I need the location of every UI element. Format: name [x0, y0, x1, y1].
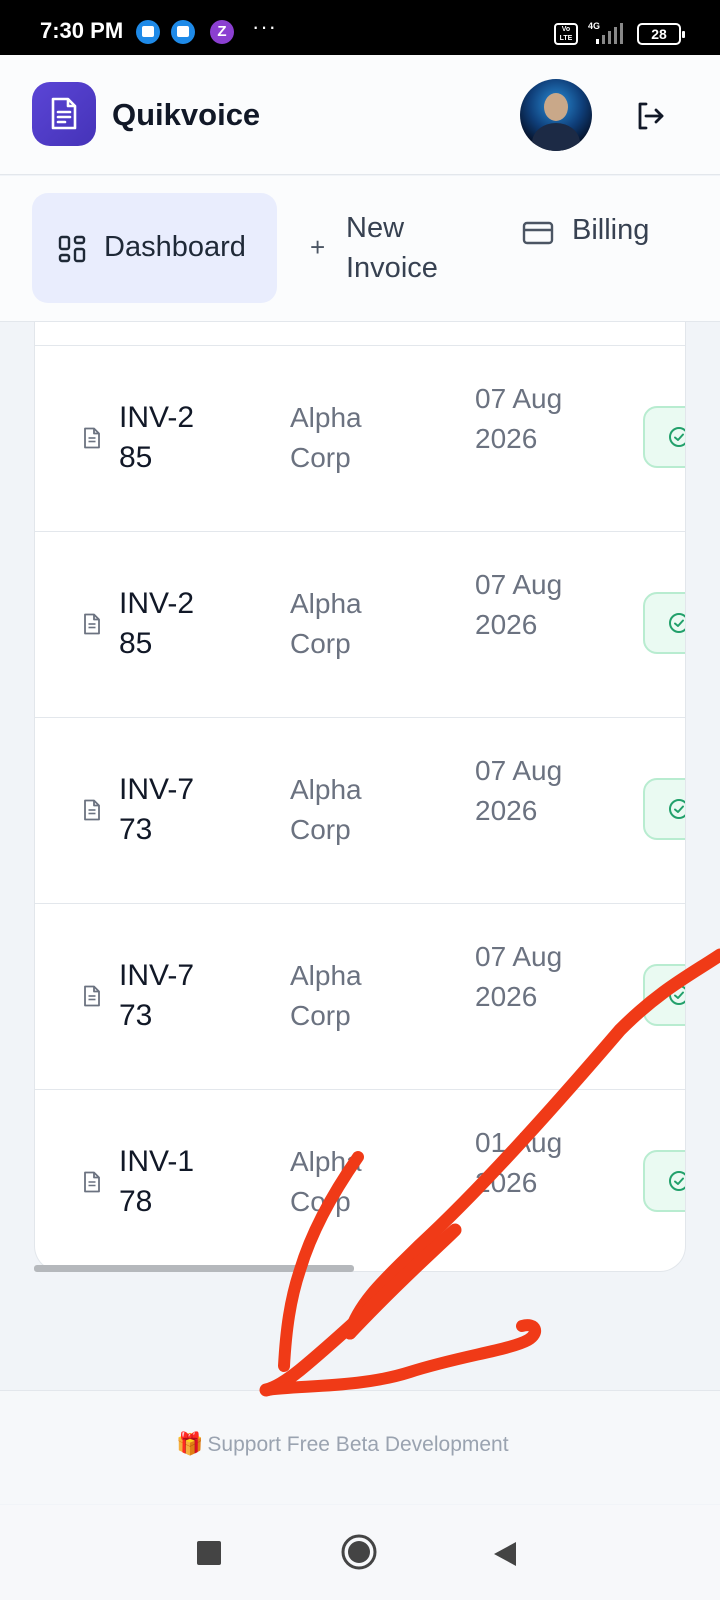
check-circle-icon: [669, 985, 685, 1005]
scrollbar-thumb[interactable]: [34, 1265, 354, 1272]
nav-dashboard-label: Dashboard: [104, 231, 246, 263]
invoice-date: 07 Aug 2026: [475, 941, 563, 1012]
system-nav-bar: [0, 1505, 720, 1600]
app-logo: [32, 82, 96, 146]
invoice-number: INV-773: [119, 773, 195, 846]
check-circle-icon: [669, 1171, 685, 1191]
status-badge: [643, 406, 685, 468]
invoice-date: 07 Aug 2026: [475, 569, 563, 640]
invoice-number: INV-773: [119, 959, 195, 1032]
status-badge: [643, 1150, 685, 1212]
file-icon: [84, 985, 100, 1007]
nav-dashboard[interactable]: Dashboard: [32, 193, 277, 303]
invoice-row[interactable]: INV-285 Alpha Corp 07 Aug 2026: [35, 531, 685, 717]
file-icon: [84, 799, 100, 821]
status-time: 7:30 PM: [40, 18, 124, 43]
invoice-client: Alpha Corp: [290, 960, 362, 1031]
battery-icon: 28: [637, 23, 685, 45]
status-badge: [643, 592, 685, 654]
logout-icon[interactable]: [632, 98, 668, 134]
invoice-client: Alpha Corp: [290, 774, 362, 845]
status-bar: 7:30 PM Z ··· Vo LTE 4G 28: [0, 0, 720, 55]
invoice-row[interactable]: INV-285 Alpha Corp 07 Aug 2026: [35, 345, 685, 531]
invoice-date: 07 Aug 2026: [475, 383, 563, 454]
gift-icon: 🎁: [176, 1431, 204, 1456]
recents-button-icon[interactable]: [197, 1541, 221, 1565]
invoice-row[interactable]: INV-773 Alpha Corp 07 Aug 2026: [35, 717, 685, 903]
check-circle-icon: [669, 427, 685, 447]
invoice-number: INV-178: [119, 1145, 195, 1218]
volte-icon: Vo LTE: [554, 23, 578, 45]
credit-card-icon: [522, 221, 554, 245]
horizontal-scrollbar[interactable]: [34, 1265, 686, 1272]
more-notifications-icon: ···: [252, 14, 277, 39]
signal-icon: 4G: [588, 21, 623, 44]
check-circle-icon: [669, 799, 685, 819]
invoice-client: Alpha Corp: [290, 588, 362, 659]
invoice-number: INV-285: [119, 401, 195, 474]
file-icon: [84, 613, 100, 635]
plus-icon: +: [310, 232, 326, 262]
back-button-icon[interactable]: [492, 1540, 518, 1568]
check-circle-icon: [669, 613, 685, 633]
z-app-notification-icon: Z: [210, 20, 234, 44]
invoice-table-card: INV-285 Alpha Corp 07 Aug 2026 INV-285 Alpha…: [34, 322, 686, 1272]
invoice-table: INV-285 Alpha Corp 07 Aug 2026 INV-285 Alpha…: [34, 322, 686, 1272]
invoice-date: 07 Aug 2026: [475, 755, 563, 826]
messages-notification-icon: [171, 20, 195, 44]
user-avatar[interactable]: [520, 79, 592, 151]
footer: 🎁 Support Free Beta Development: [0, 1390, 720, 1504]
file-icon: [84, 1171, 100, 1193]
invoice-client: Alpha Corp: [290, 402, 362, 473]
app-title: Quikvoice: [112, 97, 261, 132]
invoice-row[interactable]: INV-178 Alpha Corp 01 Aug 2026: [35, 1089, 685, 1271]
nav-billing-label: Billing: [572, 214, 650, 246]
status-badge: [643, 778, 685, 840]
invoice-row[interactable]: INV-773 Alpha Corp 07 Aug 2026: [35, 903, 685, 1089]
status-badge: [643, 964, 685, 1026]
home-button-icon[interactable]: [340, 1533, 378, 1571]
invoice-number: INV-285: [119, 587, 195, 660]
file-icon: [84, 427, 100, 449]
dashboard-grid-icon: [58, 235, 86, 263]
support-link-label: Support Free Beta Development: [207, 1433, 509, 1456]
messages-notification-icon: [136, 20, 160, 44]
support-link[interactable]: 🎁 Support Free Beta Development: [176, 1431, 509, 1457]
document-icon: [51, 97, 77, 130]
invoice-client: Alpha Corp: [290, 1146, 362, 1217]
invoice-date: 01 Aug 2026: [475, 1127, 563, 1198]
app-header: Quikvoice: [0, 55, 720, 175]
main-nav: Dashboard + New Invoice Billing: [0, 176, 720, 322]
nav-new-invoice-label: New Invoice: [346, 212, 438, 284]
network-type-label: 4G: [588, 21, 600, 31]
